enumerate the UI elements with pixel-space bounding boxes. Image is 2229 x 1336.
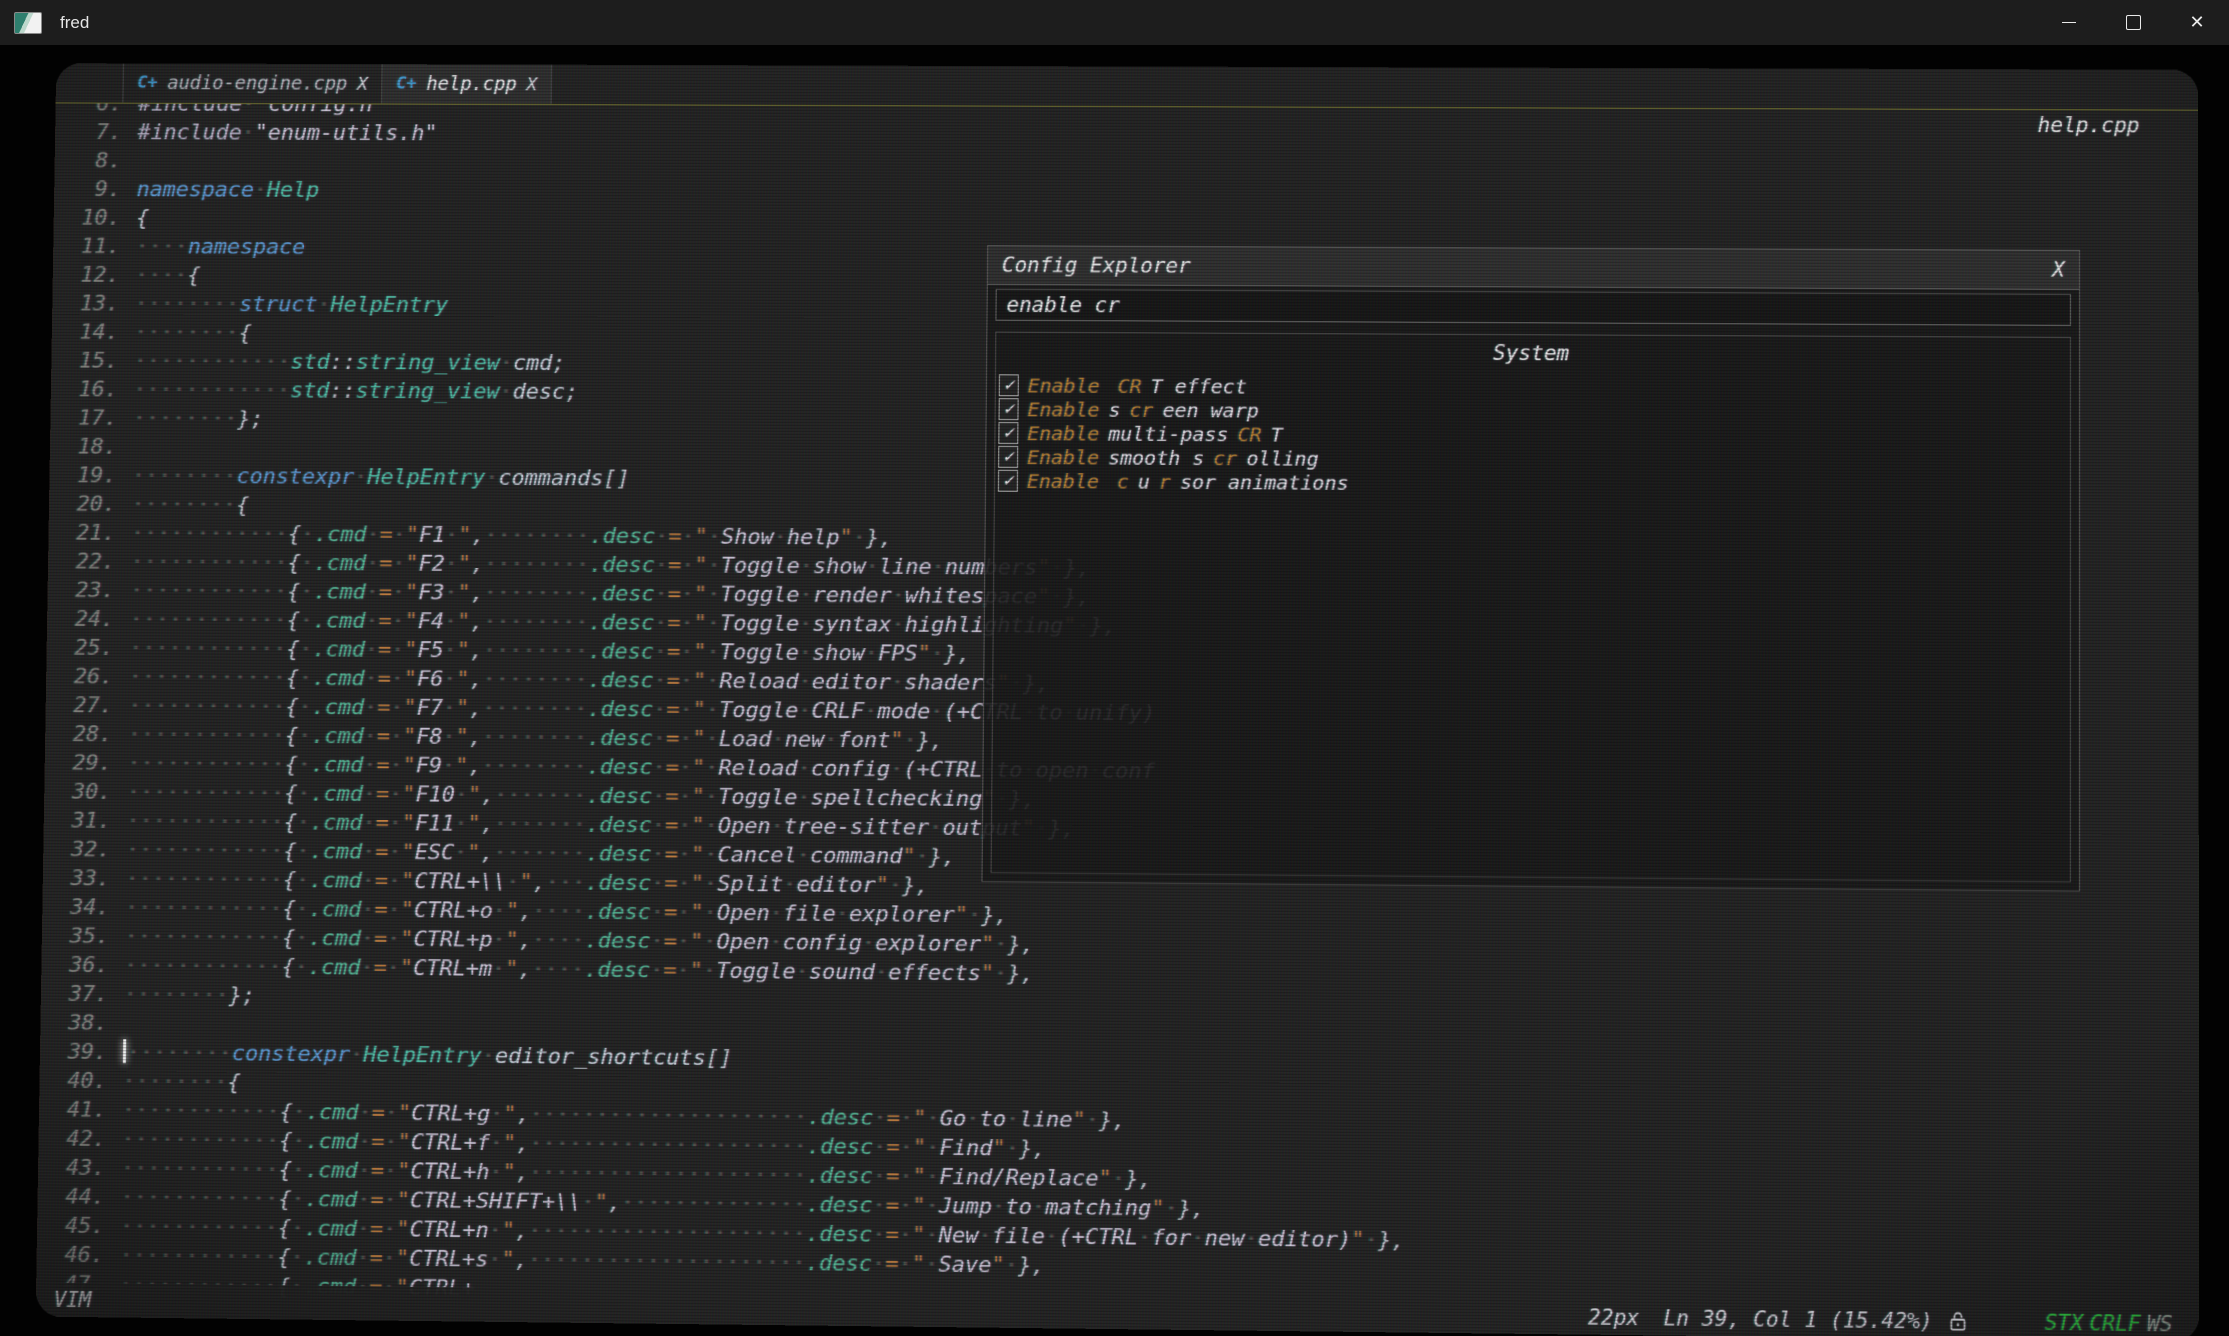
status-flag-ws: WS xyxy=(2147,1311,2173,1336)
line-number: 14. xyxy=(52,318,135,347)
line-number: 21. xyxy=(48,519,131,548)
line-number: 35. xyxy=(42,922,125,952)
checkbox-checked-icon[interactable]: ✓ xyxy=(998,422,1018,444)
line-number: 27. xyxy=(45,691,128,720)
line-number: 18. xyxy=(50,433,133,462)
font-size-indicator: 22px xyxy=(1588,1303,1639,1333)
line-number: 37. xyxy=(41,980,124,1010)
editor-surface: C+ audio-engine.cpp X C+ help.cpp X help… xyxy=(36,63,2200,1336)
config-search-input[interactable]: enable cr xyxy=(995,289,2071,326)
line-number: 7. xyxy=(55,118,138,147)
line-number: 22. xyxy=(48,547,131,576)
line-number: 33. xyxy=(43,864,126,894)
line-number: 15. xyxy=(51,347,134,376)
line-number: 9. xyxy=(54,175,137,204)
line-number: 46. xyxy=(36,1240,120,1270)
line-number: 34. xyxy=(42,893,125,923)
line-number: 25. xyxy=(46,634,129,663)
tab-help[interactable]: C+ help.cpp X xyxy=(382,64,552,104)
tab-audio-engine[interactable]: C+ audio-engine.cpp X xyxy=(122,63,383,103)
config-explorer-popup: Config Explorer X enable cr System ✓Enab… xyxy=(981,245,2080,891)
tab-bar: C+ audio-engine.cpp X C+ help.cpp X xyxy=(56,63,2198,111)
line-number: 8. xyxy=(54,147,137,176)
text-cursor xyxy=(123,1039,126,1063)
line-number: 23. xyxy=(47,576,130,605)
line-number: 24. xyxy=(47,605,130,634)
line-number: 40. xyxy=(39,1066,123,1096)
line-number: 10. xyxy=(54,204,137,233)
current-file-label: help.cpp xyxy=(2038,111,2140,140)
line-number: 26. xyxy=(46,662,129,691)
tab-close-icon[interactable]: X xyxy=(526,70,537,99)
line-number: 31. xyxy=(44,806,127,836)
line-number: 42. xyxy=(38,1124,122,1154)
line-number: 38. xyxy=(40,1009,124,1039)
checkbox-checked-icon[interactable]: ✓ xyxy=(999,398,1019,420)
line-number: 44. xyxy=(37,1182,121,1212)
popup-title: Config Explorer xyxy=(1002,251,1191,281)
status-flag-stx: STX xyxy=(2045,1310,2084,1335)
line-number: 20. xyxy=(49,490,132,519)
minimize-button[interactable] xyxy=(2037,0,2101,45)
cpp-file-icon: C+ xyxy=(137,69,158,98)
padlock-icon xyxy=(1949,1310,1967,1333)
config-option[interactable]: ✓Enable CRT effect xyxy=(999,373,2070,403)
status-flag-crlf: CRLF xyxy=(2089,1310,2141,1335)
window-titlebar: fred ✕ xyxy=(0,0,2229,45)
maximize-button[interactable] xyxy=(2101,0,2165,45)
line-number: 45. xyxy=(37,1211,121,1241)
line-number: 11. xyxy=(53,232,136,261)
line-number: 17. xyxy=(50,404,133,433)
tab-close-icon[interactable]: X xyxy=(357,69,368,98)
popup-body: System ✓Enable CRT effect✓Enable screen … xyxy=(991,332,2071,883)
checkbox-checked-icon[interactable]: ✓ xyxy=(998,446,1018,468)
checkbox-checked-icon[interactable]: ✓ xyxy=(999,374,1019,396)
app-icon xyxy=(14,12,42,34)
window-title: fred xyxy=(60,13,89,33)
cursor-position: Ln 39, Col 1 (15.42%) xyxy=(1663,1304,1932,1336)
popup-close-icon[interactable]: X xyxy=(2052,255,2065,284)
tab-label: help.cpp xyxy=(426,70,517,99)
maximize-icon xyxy=(2126,15,2141,30)
minimize-icon xyxy=(2062,22,2076,23)
popup-titlebar: Config Explorer X xyxy=(988,246,2079,290)
tab-label: audio-engine.cpp xyxy=(167,69,347,98)
line-number: 12. xyxy=(53,261,136,290)
line-number: 13. xyxy=(52,289,135,318)
line-number: 28. xyxy=(45,720,128,749)
close-button[interactable]: ✕ xyxy=(2165,0,2229,45)
line-number: 43. xyxy=(38,1153,122,1183)
line-number: 36. xyxy=(41,951,124,981)
cpp-file-icon: C+ xyxy=(396,70,417,99)
vim-mode-indicator: VIM xyxy=(53,1285,91,1315)
checkbox-checked-icon[interactable]: ✓ xyxy=(998,470,1018,492)
line-number: 39. xyxy=(40,1037,124,1067)
crt-screen: C+ audio-engine.cpp X C+ help.cpp X help… xyxy=(0,45,2229,1336)
line-number: 30. xyxy=(44,778,127,808)
line-number: 29. xyxy=(45,749,128,778)
line-number: 41. xyxy=(39,1095,123,1125)
config-option[interactable]: ✓Enable cursor animations xyxy=(998,469,2070,499)
line-number: 16. xyxy=(51,375,134,404)
line-number: 19. xyxy=(49,461,132,490)
line-number: 32. xyxy=(43,835,126,865)
